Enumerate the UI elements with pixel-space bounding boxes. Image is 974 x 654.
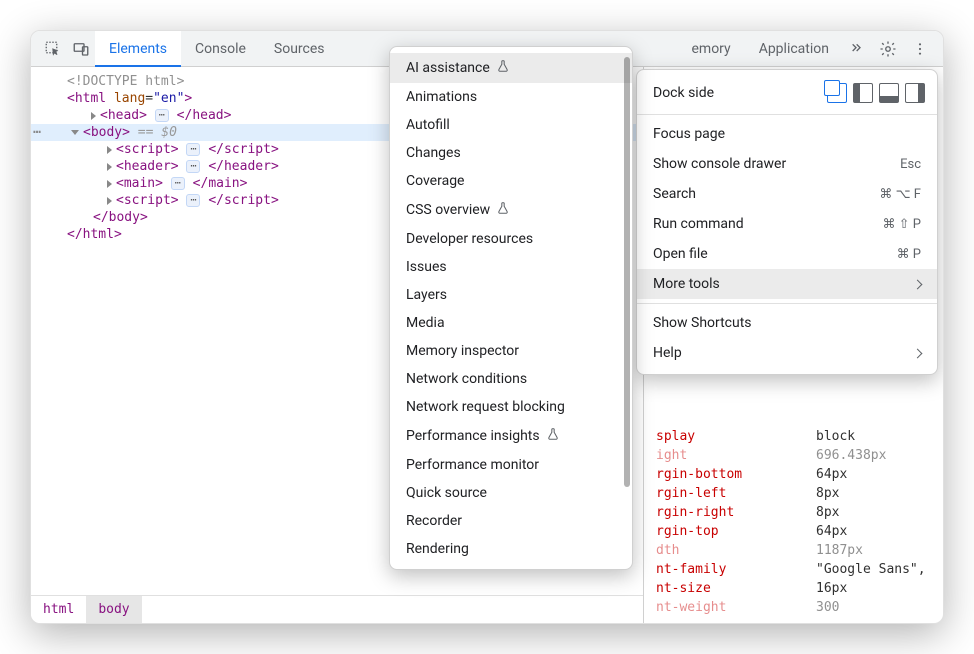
ellipsis-icon[interactable]: ⋯ (186, 194, 200, 207)
kebab-icon[interactable] (907, 36, 933, 62)
computed-property[interactable]: rgin-left8px (656, 484, 943, 503)
tab-sources[interactable]: Sources (260, 31, 339, 67)
computed-property[interactable]: rgin-right8px (656, 503, 943, 522)
submenu-item[interactable]: Network conditions (390, 365, 632, 393)
chevron-right-icon (913, 348, 923, 358)
settings-icon[interactable] (875, 36, 901, 62)
device-toggle-icon[interactable] (67, 35, 95, 63)
submenu-label: AI assistance (406, 60, 490, 76)
menu-show-console[interactable]: Show console drawerEsc (637, 149, 937, 179)
submenu-label: Recorder (406, 513, 462, 529)
flask-icon (490, 59, 510, 77)
expand-icon[interactable] (107, 146, 112, 154)
computed-property[interactable]: nt-size16px (656, 579, 943, 598)
submenu-label: Quick source (406, 485, 487, 501)
submenu-item[interactable]: Media (390, 309, 632, 337)
submenu-item[interactable]: Performance monitor (390, 451, 632, 479)
flask-icon (490, 201, 510, 219)
submenu-item[interactable]: Rendering (390, 535, 632, 563)
submenu-item[interactable]: Changes (390, 139, 632, 167)
breadcrumb-html[interactable]: html (31, 596, 86, 623)
computed-property[interactable]: ight696.438px (656, 446, 943, 465)
computed-property[interactable]: splayblock (656, 427, 943, 446)
dock-left-icon[interactable] (853, 83, 873, 103)
dock-undock-icon[interactable] (827, 83, 847, 103)
submenu-label: Rendering (406, 541, 469, 557)
submenu-item[interactable]: Developer resources (390, 225, 632, 253)
submenu-item[interactable]: Coverage (390, 167, 632, 195)
computed-property[interactable]: rgin-bottom64px (656, 465, 943, 484)
submenu-label: CSS overview (406, 202, 490, 218)
submenu-item[interactable]: Animations (390, 83, 632, 111)
submenu-label: Autofill (406, 117, 450, 133)
more-tabs-icon[interactable] (843, 36, 869, 62)
menu-help[interactable]: Help (637, 338, 937, 368)
collapse-icon[interactable] (71, 130, 79, 135)
expand-icon[interactable] (107, 197, 112, 205)
submenu-label: Developer resources (406, 231, 533, 247)
submenu-item[interactable]: Issues (390, 253, 632, 281)
expand-icon[interactable] (107, 163, 112, 171)
submenu-item[interactable]: Memory inspector (390, 337, 632, 365)
submenu-item[interactable]: Recorder (390, 507, 632, 535)
doctype: <!DOCTYPE html> (67, 74, 184, 89)
submenu-item[interactable]: AI assistance (390, 53, 632, 83)
menu-shortcuts[interactable]: Show Shortcuts (637, 308, 937, 338)
submenu-label: Network conditions (406, 371, 527, 387)
submenu-label: Performance insights (406, 428, 540, 444)
tab-console[interactable]: Console (181, 31, 260, 67)
actions-icon[interactable]: ⋯ (33, 125, 42, 140)
expand-icon[interactable] (91, 112, 96, 120)
tab-elements[interactable]: Elements (95, 31, 181, 67)
scrollbar[interactable] (624, 57, 630, 487)
dock-side-label: Dock side (653, 85, 714, 101)
dock-bottom-icon[interactable] (879, 83, 899, 103)
computed-property[interactable]: dth1187px (656, 541, 943, 560)
main-context-menu: Dock side Focus page Show console drawer… (636, 69, 938, 375)
submenu-item[interactable]: Network request blocking (390, 393, 632, 421)
computed-property[interactable]: rgin-top64px (656, 522, 943, 541)
submenu-item[interactable]: CSS overview (390, 195, 632, 225)
computed-property[interactable]: nt-family"Google Sans", (656, 560, 943, 579)
chevron-right-icon (913, 279, 923, 289)
selected-indicator: == $0 (138, 125, 177, 140)
submenu-item[interactable]: Performance insights (390, 421, 632, 451)
submenu-item[interactable]: Autofill (390, 111, 632, 139)
submenu-label: Coverage (406, 173, 464, 189)
breadcrumb: html body (31, 595, 643, 623)
menu-more-tools[interactable]: More tools (637, 269, 937, 299)
more-tools-submenu: AI assistance Animations Autofill Changes Co… (389, 46, 633, 570)
submenu-label: Animations (406, 89, 477, 105)
submenu-label: Performance monitor (406, 457, 539, 473)
flask-icon (540, 427, 560, 445)
ellipsis-icon[interactable]: ⋯ (186, 160, 200, 173)
submenu-label: Memory inspector (406, 343, 519, 359)
tab-memory[interactable]: emory (692, 31, 745, 67)
submenu-label: Media (406, 315, 445, 331)
submenu-label: Issues (406, 259, 447, 275)
breadcrumb-body[interactable]: body (86, 596, 141, 623)
submenu-label: Network request blocking (406, 399, 565, 415)
tab-application[interactable]: Application (745, 31, 843, 67)
submenu-item[interactable]: Layers (390, 281, 632, 309)
menu-search[interactable]: Search⌘ ⌥ F (637, 179, 937, 209)
ellipsis-icon[interactable]: ⋯ (186, 143, 200, 156)
expand-icon[interactable] (107, 180, 112, 188)
menu-focus-page[interactable]: Focus page (637, 119, 937, 149)
submenu-label: Changes (406, 145, 461, 161)
ellipsis-icon[interactable]: ⋯ (155, 109, 169, 122)
ellipsis-icon[interactable]: ⋯ (171, 177, 185, 190)
menu-run-command[interactable]: Run command⌘ ⇧ P (637, 209, 937, 239)
menu-open-file[interactable]: Open file⌘ P (637, 239, 937, 269)
dock-right-icon[interactable] (905, 83, 925, 103)
devtools-window: Elements Console Sources emory Applicati… (30, 30, 944, 624)
dock-side-row: Dock side (637, 76, 937, 110)
html-tag: html (75, 91, 106, 106)
computed-property[interactable]: nt-weight300 (656, 598, 943, 617)
submenu-item[interactable]: Quick source (390, 479, 632, 507)
inspect-icon[interactable] (39, 35, 67, 63)
submenu-label: Layers (406, 287, 447, 303)
